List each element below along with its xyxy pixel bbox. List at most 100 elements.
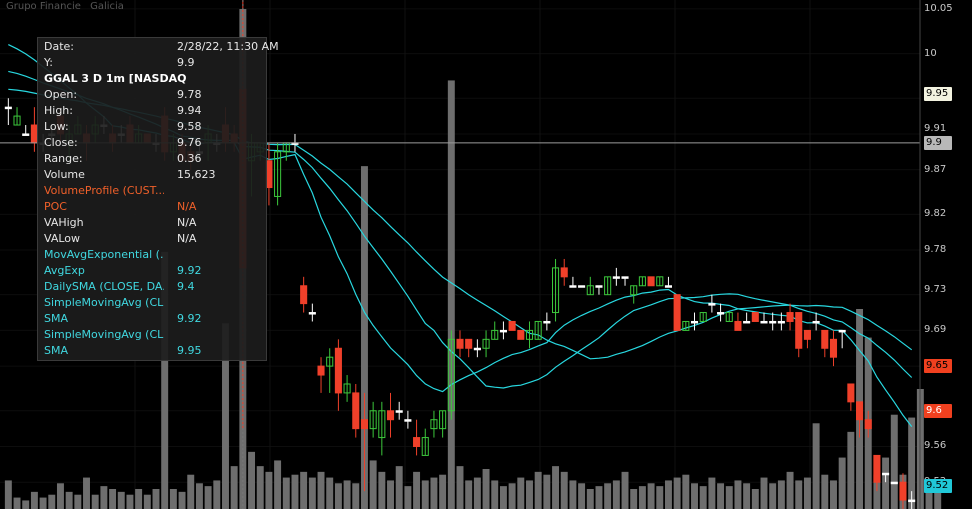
volume-bar: [847, 431, 855, 509]
volume-bar: [552, 466, 560, 509]
candle-body: [413, 437, 421, 447]
volume-bar: [274, 460, 282, 509]
volume-bar: [734, 480, 742, 509]
tooltip-row: SimpleMovingAvg (CL...: [44, 295, 262, 311]
volume-bar: [39, 497, 47, 509]
volume-bar: [777, 480, 785, 509]
tooltip-row: Close: 9.76: [44, 135, 262, 151]
volume-bar: [595, 486, 603, 509]
tooltip-label: Date:: [44, 40, 74, 53]
volume-bar: [48, 494, 56, 509]
volume-bar: [743, 483, 751, 509]
axis-tick-label: 9.87: [924, 163, 947, 175]
candle-body: [664, 285, 672, 288]
candle-body: [873, 454, 881, 483]
volume-bar: [578, 483, 586, 509]
candle-body: [795, 312, 803, 349]
tooltip-label: High:: [44, 104, 73, 117]
volume-bar: [13, 497, 21, 509]
tooltip-value: 9.9: [177, 56, 195, 69]
tooltip-label: Volume: [44, 168, 85, 181]
volume-bar: [569, 480, 577, 509]
tooltip-label: Close:: [44, 136, 78, 149]
candle-body: [769, 320, 777, 324]
volume-bar: [526, 480, 533, 509]
candle-body: [543, 320, 551, 324]
candle-body: [647, 276, 655, 287]
tooltip-row: POC N/A: [44, 199, 262, 215]
candle-body: [847, 383, 855, 403]
candle-body: [882, 472, 890, 476]
volume-bar: [439, 474, 447, 509]
axis-tick-label: 9.73: [924, 284, 947, 296]
volume-bar: [760, 477, 768, 509]
candle-body: [395, 410, 403, 413]
volume-bar: [717, 483, 725, 509]
volume-bar: [499, 486, 507, 509]
tooltip-label: VolumeProfile (CUST...: [44, 184, 164, 197]
volume-bar: [4, 480, 12, 509]
volume-bar: [230, 466, 238, 509]
volume-bar: [769, 483, 777, 509]
candle-body: [856, 401, 864, 421]
volume-bar: [30, 491, 38, 509]
candle-body: [908, 499, 916, 503]
volume-bar: [22, 500, 30, 509]
tooltip-row: AvgExp 9.92: [44, 263, 262, 279]
tooltip-value: 9.58: [177, 120, 202, 133]
chart-header: Grupo Financie Galicia: [6, 1, 130, 12]
tooltip-row: MovAvgExponential (...: [44, 247, 262, 263]
tooltip-row: Range: 0.36: [44, 151, 262, 167]
volume-bar: [708, 477, 716, 509]
volume-bar: [187, 474, 195, 509]
candle-body: [352, 392, 360, 430]
axis-tick-label: 9.69: [924, 324, 947, 336]
volume-bar: [143, 494, 151, 509]
tooltip-label: DailySMA (CLOSE, DA...: [44, 280, 164, 293]
volume-bar: [673, 477, 681, 509]
candle-body: [300, 285, 308, 305]
volume-bar: [795, 480, 803, 509]
tooltip-row: SMA 9.92: [44, 311, 262, 327]
volume-bar: [265, 471, 273, 509]
company-name: Galicia: [90, 1, 124, 12]
candle-body: [821, 329, 829, 349]
volume-bar: [117, 491, 125, 509]
candle-body: [22, 133, 30, 136]
price-marker: 9.95: [924, 86, 952, 101]
volume-bar: [543, 474, 551, 509]
candle-body: [812, 320, 820, 324]
candle-body: [864, 419, 872, 430]
candle-body: [734, 320, 742, 331]
candle-body: [465, 338, 473, 349]
candle-body: [517, 329, 525, 340]
volume-bar: [404, 486, 412, 509]
volume-bar: [473, 477, 481, 509]
candle-body: [386, 410, 395, 421]
volume-bar: [248, 451, 256, 509]
candle-body: [499, 329, 507, 333]
tooltip-label: AvgExp: [44, 264, 85, 277]
axis-tick-label: 9.56: [924, 440, 947, 452]
volume-bar: [135, 489, 143, 509]
axis-tick-label: 9.78: [924, 244, 947, 256]
volume-bar: [74, 494, 82, 509]
tooltip-row: Y: 9.9: [44, 55, 262, 71]
tooltip-row: Volume 15,623: [44, 167, 262, 183]
volume-bar: [664, 480, 672, 509]
axis-tick-label: 10: [924, 47, 937, 59]
volume-bar: [751, 489, 759, 509]
candle-body: [717, 312, 725, 315]
tooltip-value: N/A: [177, 200, 197, 213]
volume-bar: [204, 486, 212, 509]
volume-bar: [378, 471, 386, 509]
tooltip-label: MovAvgExponential (...: [44, 248, 164, 261]
tooltip-label: SMA: [44, 312, 68, 325]
candle-body: [899, 481, 907, 501]
candle-body: [708, 303, 716, 306]
candle-body: [508, 320, 516, 331]
volume-bar: [100, 486, 108, 509]
volume-bar: [517, 477, 525, 509]
volume-bar: [413, 471, 421, 509]
volume-bar: [126, 494, 134, 509]
